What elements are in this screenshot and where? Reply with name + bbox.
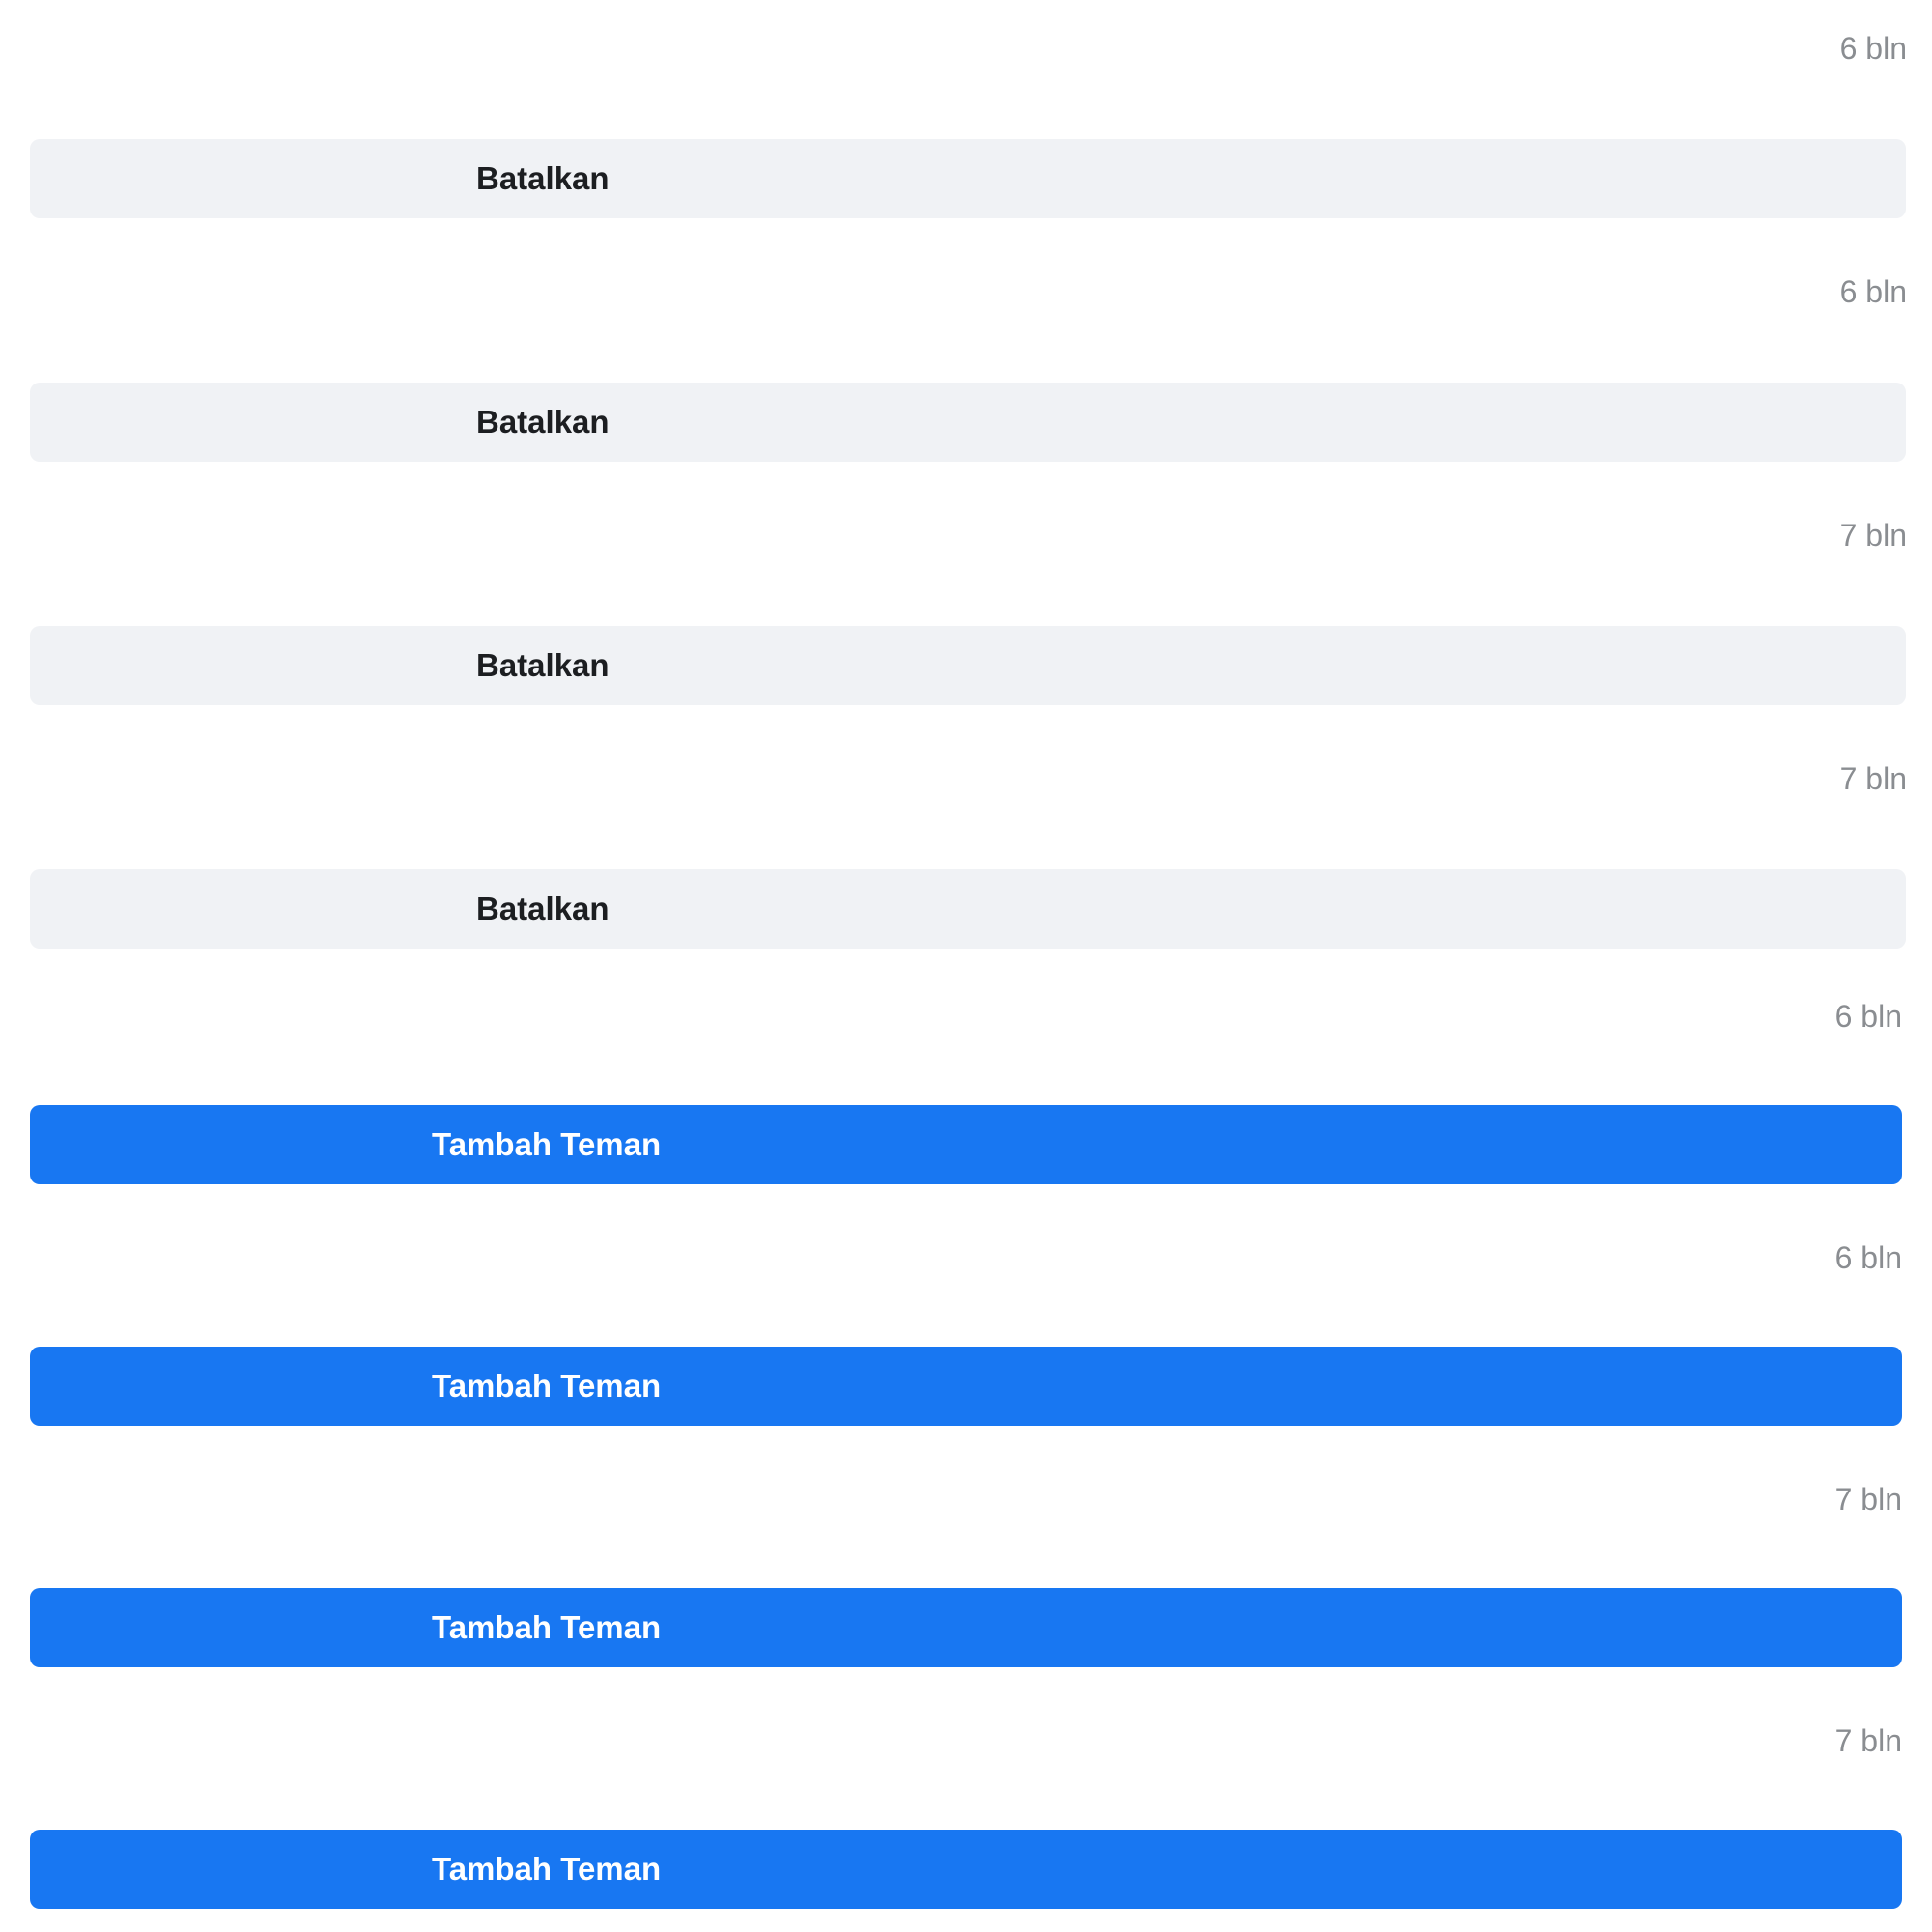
button-label: Batalkan — [476, 404, 610, 440]
cancel-request-button[interactable]: Batalkan — [30, 626, 1906, 705]
add-friend-button[interactable]: Tambah Teman — [30, 1347, 1902, 1426]
cancel-request-button[interactable]: Batalkan — [30, 869, 1906, 949]
timestamp: 6 bln — [1839, 31, 1907, 66]
timestamp: 6 bln — [1834, 1240, 1902, 1275]
button-label: Batalkan — [476, 647, 610, 683]
button-label: Tambah Teman — [432, 1368, 662, 1404]
timestamp: 6 bln — [1839, 274, 1907, 309]
button-label: Tambah Teman — [432, 1609, 662, 1645]
button-label: Batalkan — [476, 891, 610, 926]
timestamp: 6 bln — [1834, 999, 1902, 1034]
button-label: Tambah Teman — [432, 1126, 662, 1162]
timestamp: 7 bln — [1834, 1482, 1902, 1517]
timestamp: 7 bln — [1839, 761, 1907, 796]
timestamp: 7 bln — [1834, 1723, 1902, 1758]
cancel-request-button[interactable]: Batalkan — [30, 139, 1906, 218]
cancel-request-button[interactable]: Batalkan — [30, 383, 1906, 462]
timestamp: 7 bln — [1839, 518, 1907, 553]
button-label: Tambah Teman — [432, 1851, 662, 1887]
friend-requests-list: 6 bln Batalkan 6 bln Batalkan 7 bln Bata… — [0, 0, 1932, 1932]
add-friend-button[interactable]: Tambah Teman — [30, 1105, 1902, 1184]
add-friend-button[interactable]: Tambah Teman — [30, 1588, 1902, 1667]
button-label: Batalkan — [476, 160, 610, 196]
add-friend-button[interactable]: Tambah Teman — [30, 1830, 1902, 1909]
